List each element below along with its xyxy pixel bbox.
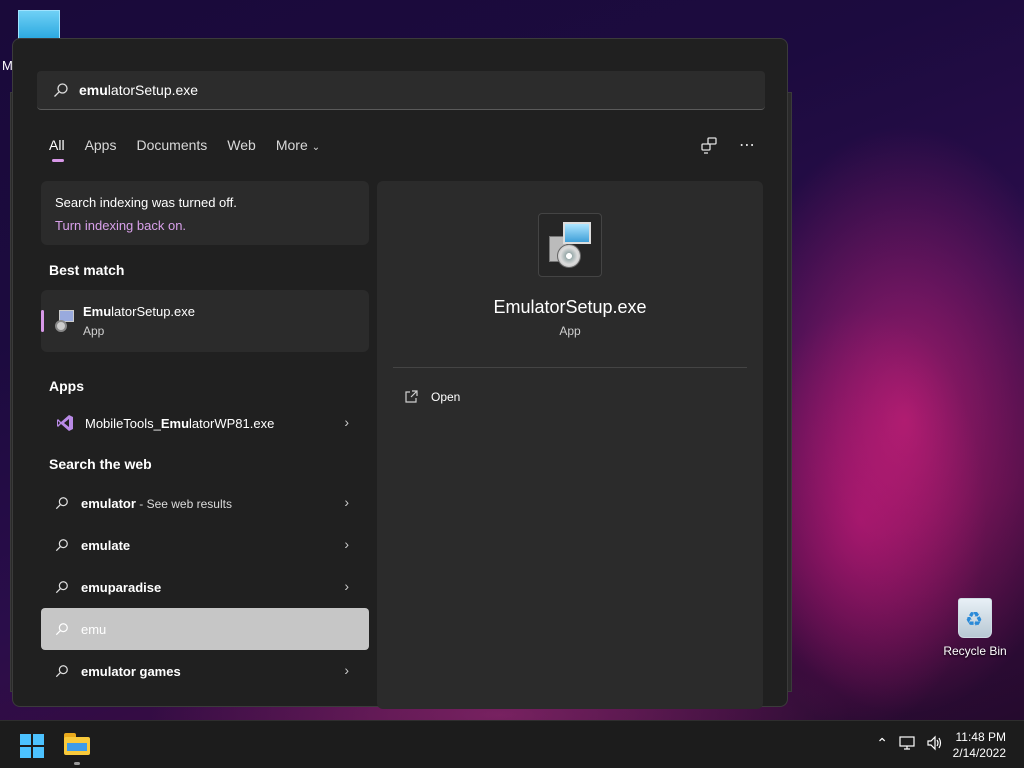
clock-time: 11:48 PM (955, 730, 1006, 744)
recycle-bin-icon (958, 598, 992, 638)
installer-icon (53, 310, 75, 332)
search-icon (55, 623, 68, 636)
preview-pane: EmulatorSetup.exe App Open (377, 181, 763, 709)
indexing-notice-text: Search indexing was turned off. (55, 195, 237, 210)
taskbar: ⌃ 11:48 PM 2/14/2022 (0, 720, 1024, 768)
installer-icon-large (538, 213, 602, 277)
chevron-right-icon[interactable]: › (344, 494, 349, 510)
search-panel: emulatorSetup.exe All Apps Documents Web… (12, 38, 788, 709)
preview-title: EmulatorSetup.exe (493, 297, 647, 317)
preview-divider (393, 367, 747, 368)
best-match-type: App (83, 324, 105, 338)
tab-apps[interactable]: Apps (85, 137, 117, 165)
app-result-name: MobileTools_EmulatorWP81.exe (85, 415, 275, 431)
chevron-right-icon[interactable]: › (344, 536, 349, 552)
volume-icon[interactable] (926, 735, 944, 751)
network-icon[interactable] (898, 735, 916, 751)
web-result-item[interactable]: emulator games › (41, 650, 369, 692)
open-action[interactable]: Open (403, 389, 460, 405)
system-tray: ⌃ (876, 735, 944, 752)
recycle-bin[interactable]: Recycle Bin (940, 598, 1010, 658)
chevron-right-icon[interactable]: › (344, 578, 349, 594)
search-icon (55, 665, 68, 678)
search-icon (55, 497, 68, 510)
tab-more[interactable]: More ⌄ (276, 137, 320, 165)
web-results: emulator - See web results › emulate › e… (41, 482, 369, 692)
chevron-right-icon[interactable]: › (344, 414, 349, 430)
web-result-text: emulator - See web results (81, 495, 232, 511)
clock-date: 2/14/2022 (952, 746, 1006, 760)
apps-heading: Apps (49, 378, 84, 394)
more-options-icon[interactable]: ⋯ (737, 135, 757, 155)
file-explorer-icon[interactable] (64, 733, 90, 755)
running-indicator (74, 762, 80, 765)
desktop-icon-top[interactable] (18, 10, 60, 40)
best-match-name: EmulatorSetup.exe (83, 304, 196, 319)
search-web-heading: Search the web (49, 456, 152, 472)
app-result-item[interactable]: MobileTools_EmulatorWP81.exe › (41, 402, 369, 444)
web-result-text: emulator games (81, 663, 181, 679)
visual-studio-icon (57, 415, 73, 431)
web-result-item-selected[interactable]: emu (41, 608, 369, 650)
web-result-item[interactable]: emuparadise › (41, 566, 369, 608)
turn-indexing-on-link[interactable]: Turn indexing back on. (55, 218, 355, 233)
tab-actions: ⋯ (699, 135, 757, 155)
tab-documents[interactable]: Documents (136, 137, 207, 165)
search-icon (55, 539, 68, 552)
best-match-item[interactable]: EmulatorSetup.exe App (41, 290, 369, 352)
tab-more-label: More (275, 137, 308, 153)
web-result-text: emulate (81, 537, 131, 553)
results-list: Search indexing was turned off. Turn ind… (41, 181, 369, 692)
chevron-up-icon[interactable]: ⌃ (876, 735, 888, 752)
share-icon[interactable] (699, 135, 719, 155)
chevron-down-icon: ⌄ (311, 142, 321, 153)
tab-web[interactable]: Web (227, 137, 256, 165)
clock[interactable]: 11:48 PM 2/14/2022 (953, 729, 1006, 761)
web-result-text: emuparadise (81, 579, 162, 595)
search-query: emulatorSetup.exe (79, 82, 199, 98)
search-tabs: All Apps Documents Web More ⌄ (49, 137, 340, 167)
recycle-bin-label: Recycle Bin (943, 644, 1007, 658)
search-input[interactable]: emulatorSetup.exe (37, 71, 765, 110)
search-icon (55, 581, 68, 594)
web-result-item[interactable]: emulate › (41, 524, 369, 566)
best-match-heading: Best match (49, 262, 125, 278)
web-result-item[interactable]: emulator - See web results › (41, 482, 369, 524)
open-label: Open (431, 390, 461, 404)
chevron-right-icon[interactable]: › (344, 662, 349, 678)
tab-all[interactable]: All (49, 137, 65, 165)
start-button[interactable] (20, 734, 44, 758)
indexing-notice: Search indexing was turned off. Turn ind… (41, 181, 369, 245)
preview-type: App (559, 324, 581, 338)
open-icon (405, 390, 418, 403)
search-icon (54, 83, 68, 97)
web-result-text: emu (81, 621, 107, 637)
